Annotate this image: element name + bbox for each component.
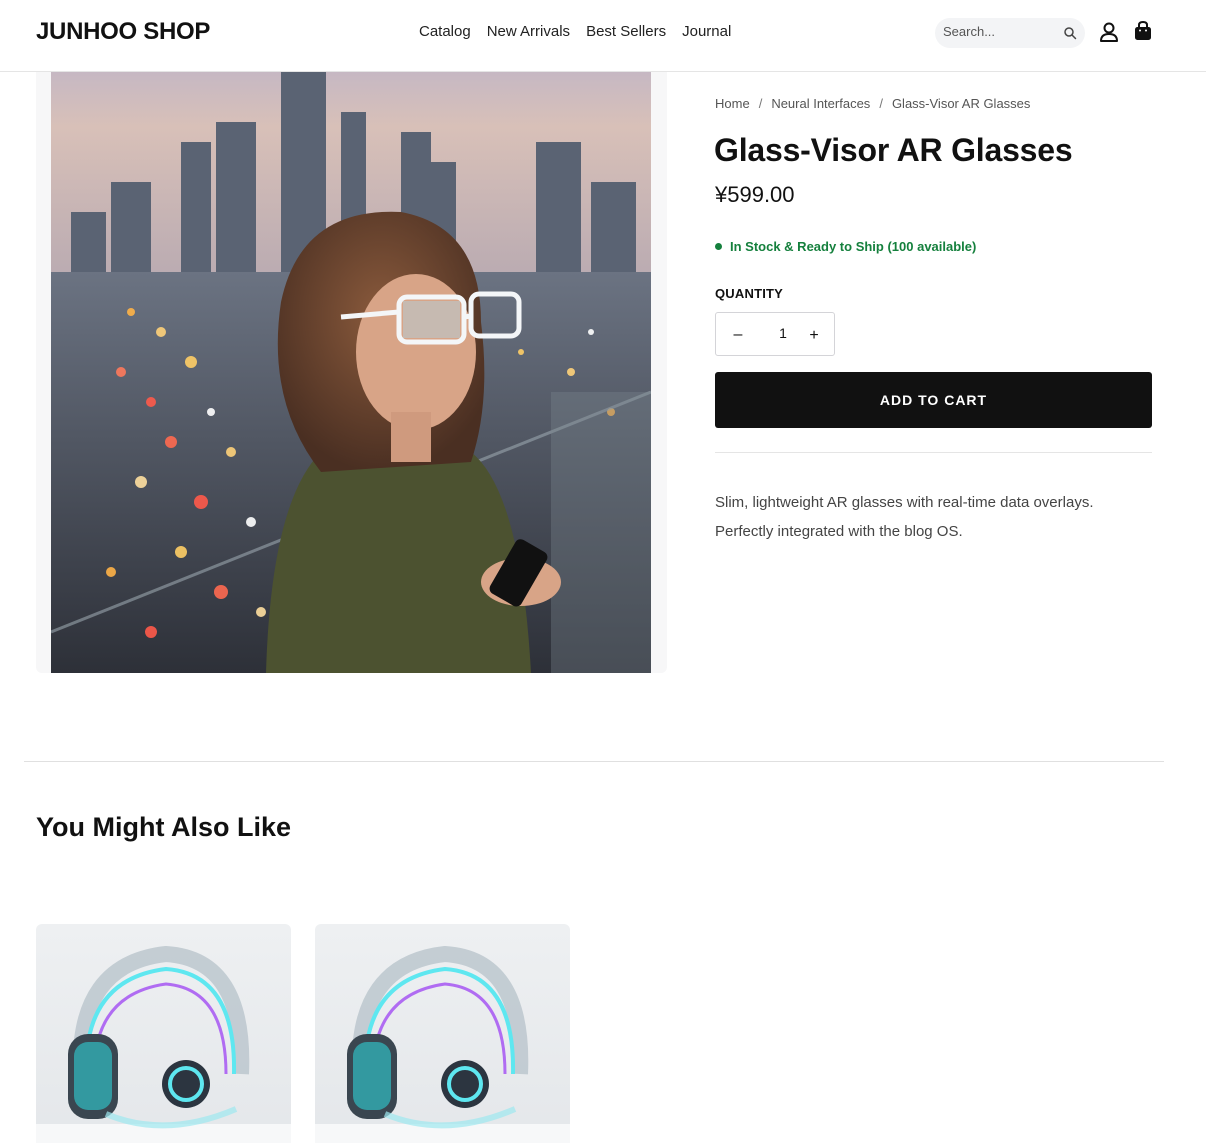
- breadcrumb-separator: /: [879, 96, 883, 111]
- product-image[interactable]: [51, 72, 651, 673]
- related-product-image[interactable]: [36, 924, 291, 1143]
- nav-journal[interactable]: Journal: [682, 23, 731, 40]
- search-input[interactable]: [943, 24, 1055, 39]
- stock-status: In Stock & Ready to Ship (100 available): [715, 239, 976, 254]
- quantity-label: QUANTITY: [715, 286, 784, 301]
- shopping-bag-icon[interactable]: [1132, 20, 1154, 42]
- quantity-stepper: – 1 +: [715, 312, 835, 356]
- product-price: ¥599.00: [715, 182, 795, 207]
- user-icon[interactable]: [1098, 21, 1120, 43]
- related-products-title: You Might Also Like: [36, 812, 291, 842]
- search-box: [935, 18, 1085, 48]
- quantity-decrease-button[interactable]: –: [726, 323, 750, 347]
- product-title: Glass-Visor AR Glasses: [714, 132, 1073, 168]
- main-nav: Catalog New Arrivals Best Sellers Journa…: [419, 23, 747, 40]
- stock-text: In Stock & Ready to Ship (100 available): [730, 239, 977, 254]
- site-header: JUNHOO SHOP Catalog New Arrivals Best Se…: [0, 0, 1206, 72]
- section-divider: [24, 761, 1164, 762]
- add-to-cart-button[interactable]: ADD TO CART: [715, 372, 1152, 428]
- nav-new-arrivals[interactable]: New Arrivals: [487, 23, 570, 40]
- breadcrumb-current: Glass-Visor AR Glasses: [891, 96, 1031, 111]
- breadcrumb-home[interactable]: Home: [715, 96, 750, 111]
- product-gallery: [36, 72, 667, 673]
- related-product-image[interactable]: [315, 924, 570, 1143]
- quantity-increase-button[interactable]: +: [802, 324, 826, 348]
- breadcrumb-category[interactable]: Neural Interfaces: [771, 96, 870, 111]
- product-description: Slim, lightweight AR glasses with real-t…: [715, 494, 1094, 540]
- site-logo[interactable]: JUNHOO SHOP: [36, 18, 210, 46]
- breadcrumb-separator: /: [758, 96, 763, 111]
- breadcrumb: Home / Neural Interfaces / Glass-Visor A…: [715, 96, 1030, 111]
- search-icon[interactable]: [1063, 26, 1077, 40]
- related-product-card[interactable]: [36, 924, 291, 1143]
- nav-catalog[interactable]: Catalog: [419, 23, 471, 40]
- nav-best-sellers[interactable]: Best Sellers: [586, 23, 666, 40]
- divider: [715, 452, 1152, 453]
- stock-dot-icon: [715, 243, 722, 250]
- related-product-card[interactable]: [315, 924, 570, 1143]
